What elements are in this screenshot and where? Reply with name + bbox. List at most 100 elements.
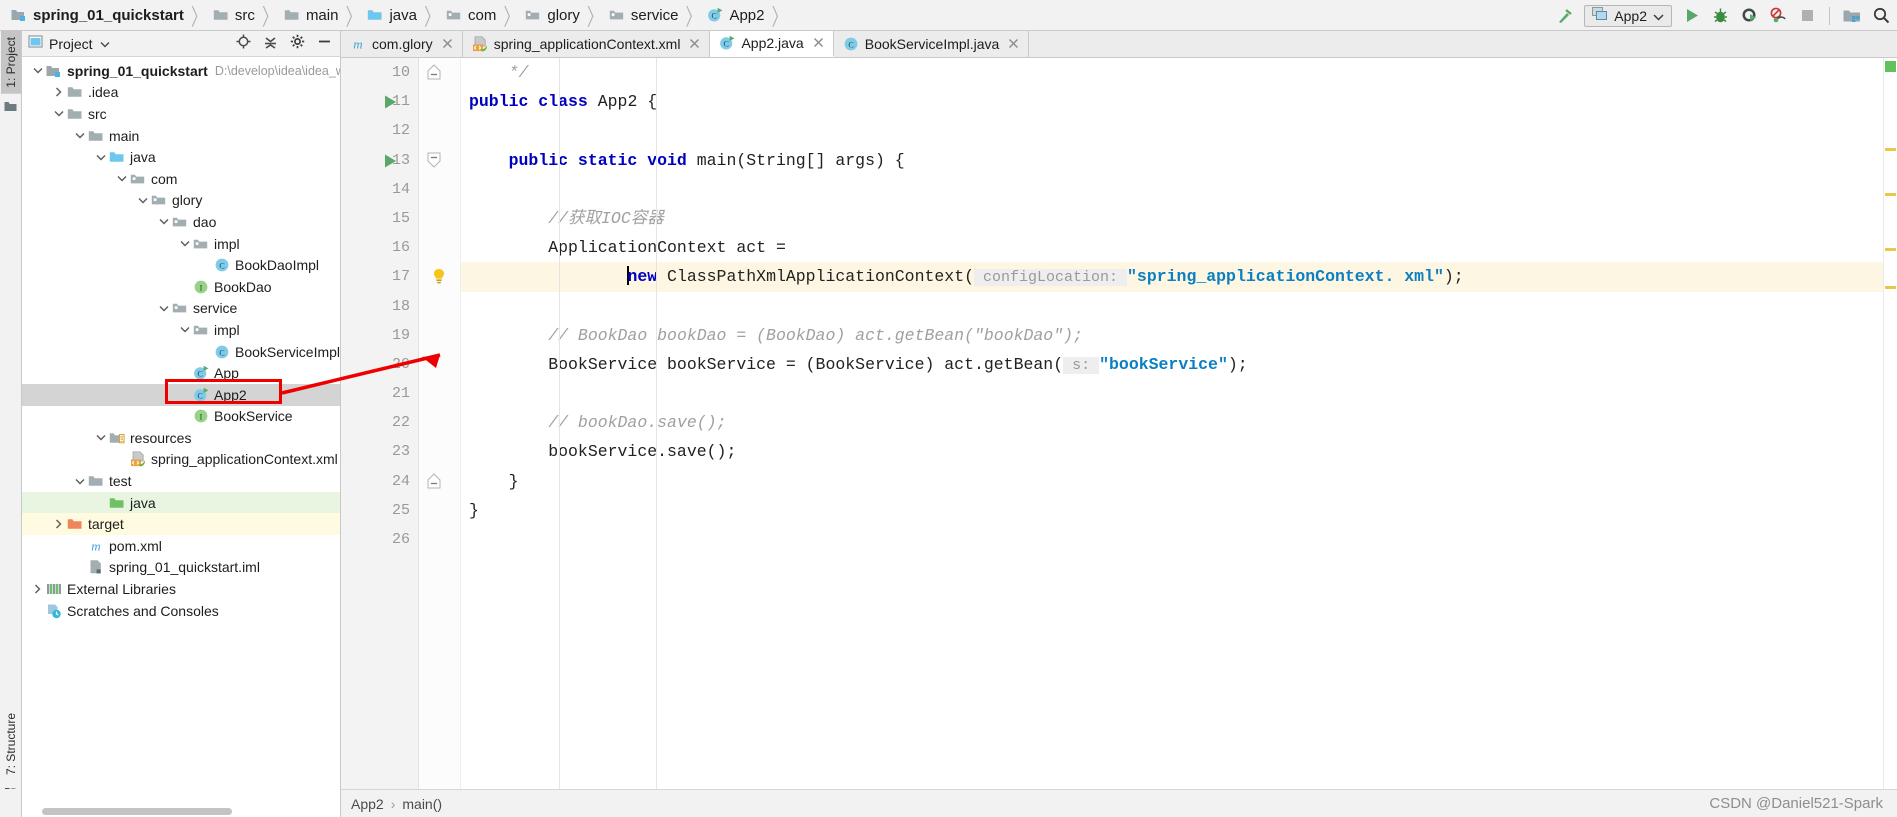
code-line[interactable] (461, 379, 1883, 408)
tree-node-glory[interactable]: glory (22, 190, 340, 212)
tree-node-java[interactable]: java (22, 146, 340, 168)
fold-gutter-row[interactable] (419, 233, 460, 262)
gutter-row[interactable]: 10 (341, 58, 418, 87)
editor-gutter[interactable]: 10 11 12 13 14 15 16 17 18 19 20 21 22 23 24 25 26 (341, 58, 419, 789)
code-line[interactable]: // bookDao.save(); (461, 408, 1883, 437)
fold-gutter-row[interactable] (419, 292, 460, 321)
debug-icon[interactable] (1710, 6, 1730, 26)
code-line[interactable]: public static void main(String[] args) { (461, 146, 1883, 175)
close-icon[interactable] (689, 36, 700, 52)
run-gutter-icon[interactable] (383, 153, 398, 174)
horizontal-scrollbar[interactable] (42, 808, 232, 815)
fold-gutter-row[interactable] (419, 58, 460, 87)
tree-node-java[interactable]: java (22, 491, 340, 514)
code-line[interactable]: public class App2 { (461, 87, 1883, 116)
warning-marker[interactable] (1885, 286, 1896, 289)
tree-node-dao[interactable]: dao (22, 211, 340, 233)
gutter-row[interactable]: 20 (341, 350, 418, 379)
favorites-icon[interactable] (4, 100, 17, 118)
fold-gutter-row[interactable] (419, 525, 460, 554)
code-line[interactable] (461, 292, 1883, 321)
chevron-down-icon[interactable] (30, 67, 45, 74)
tree-node-spring-01-quickstart[interactable]: spring_01_quickstart D:\develop\idea\idea… (22, 60, 340, 82)
intention-bulb-icon[interactable] (431, 268, 447, 290)
gutter-row[interactable]: 21 (341, 379, 418, 408)
chevron-down-icon[interactable] (177, 326, 192, 333)
code-line[interactable]: } (461, 496, 1883, 525)
settings-gear-icon[interactable] (290, 34, 305, 54)
fold-gutter-row[interactable] (419, 437, 460, 466)
run-gutter-icon[interactable] (383, 94, 398, 115)
tree-node-bookserviceimpl[interactable]: C BookServiceImpl (22, 341, 340, 363)
gutter-row[interactable]: 19 (341, 321, 418, 350)
code-line[interactable]: */ (461, 58, 1883, 87)
fold-gutter-row[interactable] (419, 146, 460, 175)
fold-gutter-row[interactable] (419, 87, 460, 116)
gutter-row[interactable]: 14 (341, 175, 418, 204)
chevron-down-icon[interactable] (93, 154, 108, 161)
collapse-all-icon[interactable] (263, 34, 278, 54)
tree-node-impl[interactable]: impl (22, 319, 340, 341)
tool-window-tab-structure[interactable]: 7: Structure (1, 707, 21, 781)
tree-node-main[interactable]: main (22, 125, 340, 147)
chevron-right-icon[interactable] (30, 584, 45, 594)
breadcrumb-item-main[interactable]: main (279, 7, 341, 24)
fold-end-icon[interactable] (427, 472, 441, 494)
breadcrumb-item-com[interactable]: com (441, 7, 498, 24)
editor-tab-com-glory[interactable]: m com.glory (341, 31, 463, 57)
tree-node-app[interactable]: C App (22, 362, 340, 384)
gutter-row[interactable]: 26 (341, 525, 418, 554)
gutter-row[interactable]: 17 (341, 262, 418, 291)
project-tree[interactable]: spring_01_quickstart D:\develop\idea\idea… (22, 57, 340, 817)
chevron-right-icon[interactable] (51, 519, 66, 529)
chevron-down-icon[interactable] (100, 35, 110, 53)
code-content[interactable]: */ public class App2 { public static void… (461, 58, 1883, 789)
gutter-row[interactable]: 22 (341, 408, 418, 437)
code-line[interactable]: } (461, 467, 1883, 496)
fold-gutter-row[interactable] (419, 408, 460, 437)
breadcrumb-item-glory[interactable]: glory (520, 7, 582, 24)
editor-tab-bookserviceimpl-java[interactable]: C BookServiceImpl.java (834, 31, 1030, 57)
fold-gutter-row[interactable] (419, 116, 460, 145)
error-marker-stripe[interactable] (1883, 58, 1897, 789)
tree-node-spring-01-quickstart-iml[interactable]: spring_01_quickstart.iml (22, 557, 340, 579)
tree-node-impl[interactable]: impl (22, 233, 340, 255)
close-icon[interactable] (1008, 36, 1019, 52)
fold-collapse-icon[interactable] (427, 152, 441, 173)
project-structure-icon[interactable] (1842, 6, 1862, 26)
code-line[interactable]: new ClassPathXmlApplicationContext( conf… (461, 262, 1883, 292)
fold-gutter-row[interactable] (419, 262, 460, 291)
run-configuration-selector[interactable]: App2 (1584, 4, 1672, 27)
tree-node-external-libraries[interactable]: External Libraries (22, 578, 340, 600)
tree-node-spring-applicationcontext-xml[interactable]: spring_applicationContext.xml (22, 449, 340, 471)
code-line[interactable]: bookService.save(); (461, 437, 1883, 466)
gutter-row[interactable]: 24 (341, 467, 418, 496)
close-icon[interactable] (813, 35, 824, 51)
chevron-down-icon[interactable] (51, 110, 66, 117)
chevron-down-icon[interactable] (72, 132, 87, 139)
inspection-status-icon[interactable] (1885, 61, 1896, 72)
breadcrumb-item-service[interactable]: service (604, 7, 681, 24)
breadcrumb-item-spring-01-quickstart[interactable]: spring_01_quickstart (6, 7, 186, 24)
fold-gutter-row[interactable] (419, 496, 460, 525)
gutter-row[interactable]: 18 (341, 292, 418, 321)
code-line[interactable] (461, 116, 1883, 145)
search-everywhere-icon[interactable] (1871, 6, 1891, 26)
run-with-coverage-icon[interactable] (1739, 6, 1759, 26)
chevron-right-icon[interactable] (51, 87, 66, 97)
editor-fold-gutter[interactable] (419, 58, 461, 789)
gutter-row[interactable]: 15 (341, 204, 418, 233)
run-icon[interactable] (1681, 6, 1701, 26)
warning-marker[interactable] (1885, 148, 1896, 151)
tree-node-scratches-and-consoles[interactable]: Scratches and Consoles (22, 600, 340, 622)
tree-node-pom-xml[interactable]: m pom.xml (22, 535, 340, 557)
breadcrumb-item-app2[interactable]: C App2 (702, 7, 766, 24)
fold-gutter-row[interactable] (419, 350, 460, 379)
tree-node-test[interactable]: test (22, 470, 340, 492)
gutter-row[interactable]: 23 (341, 437, 418, 466)
gutter-row[interactable]: 13 (341, 146, 418, 175)
hide-panel-icon[interactable] (317, 34, 332, 54)
fold-gutter-row[interactable] (419, 467, 460, 496)
warning-marker[interactable] (1885, 193, 1896, 196)
tree-node-app2[interactable]: C App2 (22, 383, 340, 406)
